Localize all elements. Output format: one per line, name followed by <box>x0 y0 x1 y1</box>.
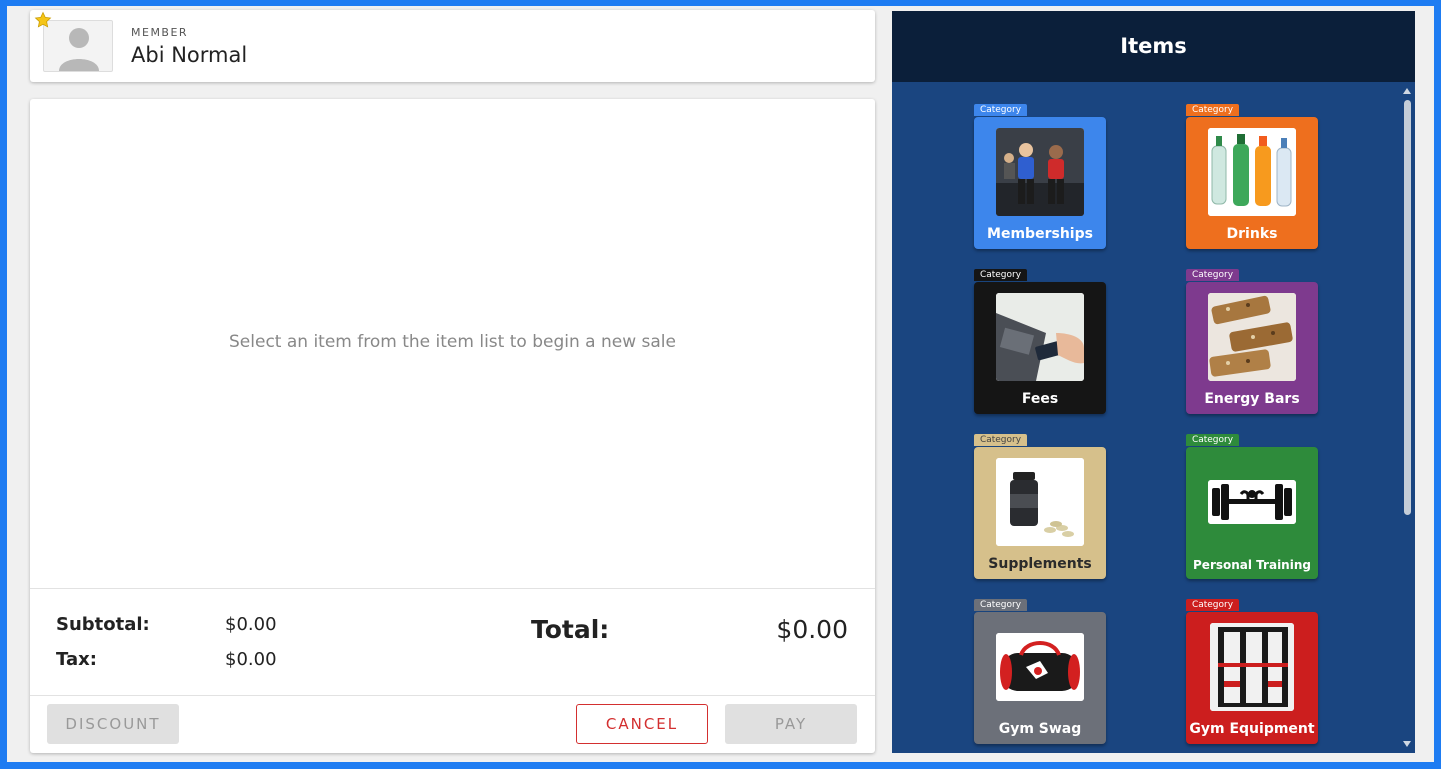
tile-label: Drinks <box>1226 226 1278 242</box>
tile-label: Energy Bars <box>1204 391 1300 407</box>
category-tag: Category <box>974 434 1027 446</box>
tile-label: Gym Swag <box>998 721 1082 737</box>
category-tag: Category <box>974 269 1027 281</box>
tile-gym-swag[interactable]: Category Gym Swag <box>974 599 1106 744</box>
scroll-thumb[interactable] <box>1404 100 1411 515</box>
tile-label: Fees <box>1021 391 1059 407</box>
scroll-down-arrow-icon[interactable] <box>1403 741 1411 747</box>
tile-fees[interactable]: Category Fees <box>974 269 1106 414</box>
total-label: Total: <box>531 615 610 644</box>
sale-card: Select an item from the item list to beg… <box>30 99 875 753</box>
empty-sale-message: Select an item from the item list to beg… <box>229 332 676 352</box>
power-rack-photo-icon <box>1210 623 1294 711</box>
scroll-up-arrow-icon[interactable] <box>1403 88 1411 94</box>
category-tag: Category <box>1186 104 1239 116</box>
items-scrollbar[interactable] <box>1399 82 1415 753</box>
actions-divider <box>30 695 875 696</box>
tile-label: Gym Equipment <box>1189 721 1315 737</box>
star-icon <box>34 11 52 28</box>
person-icon <box>59 28 99 71</box>
gym-bag-photo-icon <box>996 633 1084 701</box>
member-name: Abi Normal <box>131 43 248 67</box>
tax-value: $0.00 <box>225 649 277 670</box>
category-tag: Category <box>1186 434 1239 446</box>
tile-energy-bars[interactable]: Category Energy Bars <box>1186 269 1318 414</box>
subtotal-label: Subtotal: <box>56 614 150 635</box>
items-panel: Items Category Memberships Category Drin… <box>892 11 1415 753</box>
pos-window: MEMBER Abi Normal Select an item from th… <box>7 6 1434 762</box>
tax-label: Tax: <box>56 649 97 670</box>
tile-label: Supplements <box>988 556 1092 572</box>
totals-divider <box>30 588 875 589</box>
items-title: Items <box>892 11 1415 82</box>
tile-memberships[interactable]: Category Memberships <box>974 104 1106 249</box>
energy-bars-photo-icon <box>1208 293 1296 381</box>
category-tag: Category <box>974 104 1027 116</box>
avatar <box>43 20 113 72</box>
category-tag: Category <box>1186 599 1239 611</box>
subtotal-value: $0.00 <box>225 614 277 635</box>
member-card[interactable]: MEMBER Abi Normal <box>30 10 875 82</box>
total-value: $0.00 <box>776 615 848 644</box>
member-label: MEMBER <box>131 26 189 39</box>
pay-button[interactable]: PAY <box>725 704 857 744</box>
tile-label: Personal Training <box>1193 558 1311 572</box>
barbell-icon <box>1208 480 1296 524</box>
discount-button[interactable]: DISCOUNT <box>47 704 179 744</box>
tile-drinks[interactable]: Category Drinks <box>1186 104 1318 249</box>
card-terminal-photo-icon <box>996 293 1084 381</box>
tile-label: Memberships <box>987 226 1093 242</box>
category-tag: Category <box>974 599 1027 611</box>
supplement-bottle-photo-icon <box>996 458 1084 546</box>
category-tag: Category <box>1186 269 1239 281</box>
tile-personal-training[interactable]: Category Personal Training <box>1186 434 1318 579</box>
bottles-photo-icon <box>1208 128 1296 216</box>
gym-class-photo-icon <box>996 128 1084 216</box>
tile-gym-equipment[interactable]: Category Gym Equipment <box>1186 599 1318 744</box>
cancel-button[interactable]: CANCEL <box>576 704 708 744</box>
tile-supplements[interactable]: Category Supplements <box>974 434 1106 579</box>
